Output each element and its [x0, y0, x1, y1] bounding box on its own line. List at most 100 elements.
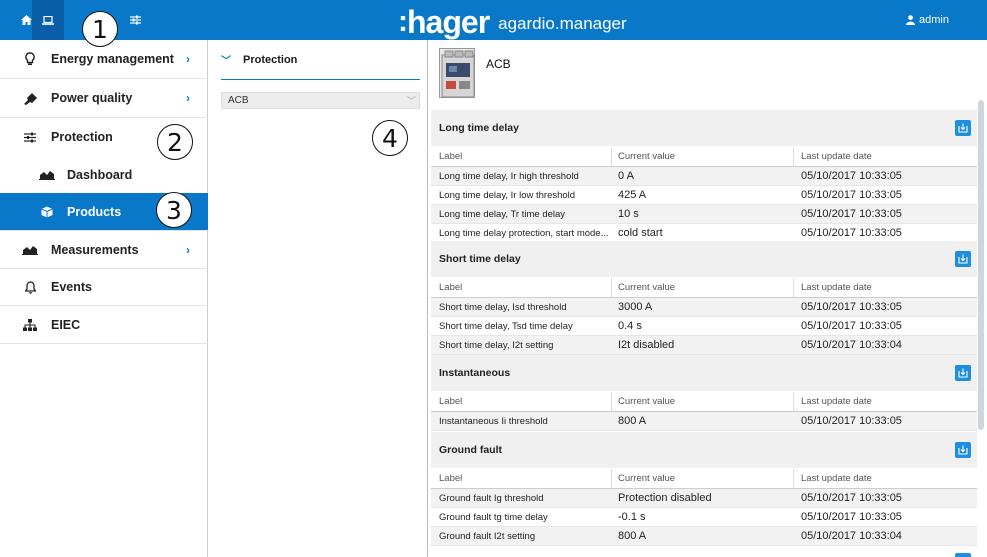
row-label: Ground fault I2t setting	[439, 530, 536, 542]
column-header-current-value: Current value	[618, 473, 676, 484]
row-label: Short time delay, I2t setting	[439, 339, 554, 351]
column-header-last-update-date: Last update date	[801, 396, 872, 407]
export-button[interactable]	[955, 365, 971, 381]
plug-icon	[22, 90, 38, 106]
row-last-update-date: 05/10/2017 10:33:05	[801, 208, 902, 220]
row-last-update-date: 05/10/2017 10:33:05	[801, 320, 902, 332]
table-short-time-delay: Label Current value Last update date Sho…	[431, 278, 977, 355]
export-button[interactable]	[955, 251, 971, 267]
row-label: Long time delay, Ir high threshold	[439, 170, 579, 182]
column-header-current-value: Current value	[618, 151, 676, 162]
row-current-value: Protection disabled	[618, 492, 712, 504]
protection-group-header[interactable]: ﹀ Protection	[221, 40, 420, 80]
product-select[interactable]: ACB ﹀	[221, 92, 420, 109]
row-last-update-date: 05/10/2017 10:33:04	[801, 530, 902, 542]
row-current-value: 10 s	[618, 208, 639, 220]
row-last-update-date: 05/10/2017 10:33:05	[801, 227, 902, 239]
cube-icon	[39, 204, 55, 220]
user-name: admin	[919, 14, 949, 26]
row-current-value: 0 A	[618, 170, 634, 182]
row-last-update-date: 05/10/2017 10:33:05	[801, 511, 902, 523]
table-instantaneous: Label Current value Last update date Ins…	[431, 392, 977, 431]
row-current-value: cold start	[618, 227, 663, 239]
export-button[interactable]	[955, 553, 971, 557]
callout-1: 1	[82, 11, 118, 47]
table-header-row: Label Current value Last update date	[431, 392, 977, 412]
sidebar: Energy management › Power quality › Prot…	[0, 40, 208, 557]
export-icon	[958, 254, 968, 264]
section-long-time-delay: Long time delay	[431, 110, 977, 146]
row-label: Long time delay, Tr time delay	[439, 208, 566, 220]
row-label: Short time delay, Tsd time delay	[439, 320, 573, 332]
sidebar-item-measurements[interactable]: Measurements ›	[0, 231, 208, 269]
column-header-label: Label	[439, 396, 463, 407]
column-header-current-value: Current value	[618, 282, 676, 293]
export-icon	[958, 123, 968, 133]
chevron-down-icon: ﹀	[406, 96, 416, 106]
export-icon	[958, 445, 968, 455]
row-last-update-date: 05/10/2017 10:33:05	[801, 301, 902, 313]
callout-4: 4	[372, 120, 408, 156]
table-header-row: Label Current value Last update date	[431, 469, 977, 489]
column-header-last-update-date: Last update date	[801, 151, 872, 162]
area-chart-icon	[39, 167, 55, 183]
table-row: Instantaneous Ii threshold 800 A 05/10/201…	[431, 412, 977, 431]
row-current-value: 425 A	[618, 189, 647, 201]
row-last-update-date: 05/10/2017 10:33:05	[801, 492, 902, 504]
sidebar-item-label: Products	[67, 204, 122, 219]
sidebar-item-label: Measurements	[51, 242, 139, 257]
row-current-value: -0.1 s	[618, 511, 646, 523]
sidebar-item-label: Events	[51, 280, 92, 294]
table-row: Short time delay, Isd threshold 3000 A 05/…	[431, 298, 977, 317]
section-instantaneous: Instantaneous	[431, 355, 977, 391]
row-label: Ground fault tg time delay	[439, 511, 548, 523]
chevron-right-icon: ›	[186, 52, 190, 66]
table-row: Short time delay, Tsd time delay 0.4 s 05/…	[431, 317, 977, 336]
sliders-icon[interactable]	[119, 0, 151, 40]
logo-colon: :	[398, 5, 408, 38]
row-last-update-date: 05/10/2017 10:33:05	[801, 415, 902, 427]
section-title: Instantaneous	[439, 367, 511, 379]
export-button[interactable]	[955, 442, 971, 458]
section-title: Ground fault	[439, 444, 502, 456]
row-current-value: 0.4 s	[618, 320, 642, 332]
chevron-down-icon: ﹀	[221, 56, 231, 67]
sidebar-item-label: Dashboard	[67, 167, 133, 182]
row-label: Instantaneous Ii threshold	[439, 415, 548, 427]
row-label: Ground fault Ig threshold	[439, 492, 544, 504]
user-icon	[906, 15, 915, 25]
column-header-last-update-date: Last update date	[801, 473, 872, 484]
sitemap-icon	[22, 317, 38, 333]
row-current-value: 800 A	[618, 415, 647, 427]
row-current-value: 800 A	[618, 530, 647, 542]
section-ground-fault: Ground fault	[431, 432, 977, 468]
sidebar-item-power-quality[interactable]: Power quality ›	[0, 79, 208, 118]
sliders-icon	[22, 129, 38, 145]
table-row: Short time delay, I2t setting I2t disable…	[431, 336, 977, 355]
sidebar-item-eiec[interactable]: EIEC	[0, 306, 208, 344]
chevron-right-icon: ›	[186, 242, 190, 257]
export-button[interactable]	[955, 120, 971, 136]
logo-brand: hager	[407, 4, 490, 40]
table-ground-fault: Label Current value Last update date Gro…	[431, 469, 977, 546]
row-last-update-date: 05/10/2017 10:33:05	[801, 189, 902, 201]
row-current-value: I2t disabled	[618, 339, 675, 351]
table-row: Long time delay, Ir high threshold 0 A 05/…	[431, 167, 977, 186]
table-row: Ground fault I2t setting 800 A 05/10/2017 …	[431, 527, 977, 546]
user-menu[interactable]: admin	[906, 0, 949, 40]
row-label: Long time delay, Ir low threshold	[439, 189, 576, 201]
sidebar-item-dashboard[interactable]: Dashboard	[0, 156, 208, 193]
column-header-label: Label	[439, 151, 463, 162]
row-current-value: 3000 A	[618, 301, 653, 313]
scrollbar[interactable]	[978, 100, 984, 430]
product-detail-panel: ACB Long time delay Label Current value …	[429, 40, 987, 557]
table-header-row: Label Current value Last update date	[431, 278, 977, 298]
product-select-value: ACB	[228, 95, 249, 106]
sidebar-item-events[interactable]: Events	[0, 269, 208, 306]
section-title: Long time delay	[439, 122, 519, 134]
laptop-icon[interactable]	[32, 0, 64, 40]
acb-product-image	[439, 48, 475, 98]
lightbulb-icon	[22, 51, 38, 67]
table-row: Ground fault tg time delay -0.1 s 05/10/20…	[431, 508, 977, 527]
column-header-label: Label	[439, 282, 463, 293]
